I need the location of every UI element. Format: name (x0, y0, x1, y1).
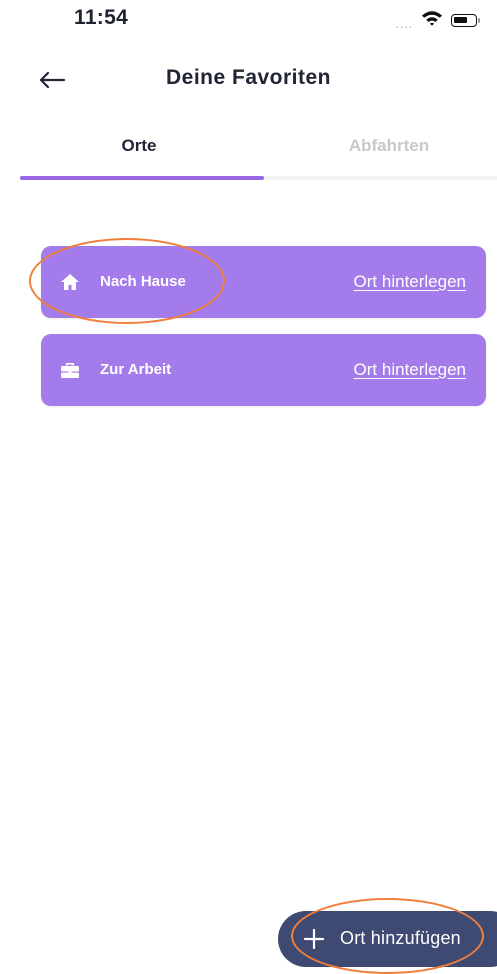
set-location-link[interactable]: Ort hinterlegen (354, 272, 466, 292)
status-bar: 11:54 .... (0, 0, 497, 40)
tab-abfahrten[interactable]: Abfahrten (270, 130, 497, 176)
briefcase-icon (61, 363, 79, 378)
tab-bar: Orte Abfahrten (20, 130, 497, 180)
plus-icon (303, 928, 325, 950)
place-card-work[interactable]: Zur Arbeit Ort hinterlegen (41, 334, 486, 406)
tab-orte[interactable]: Orte (20, 130, 258, 176)
add-location-button[interactable]: Ort hinzufügen (278, 911, 497, 967)
place-label: Zur Arbeit (100, 361, 172, 378)
battery-icon (451, 14, 480, 27)
signal-dots: .... (395, 16, 413, 31)
status-icons: .... (395, 10, 480, 31)
page-title: Deine Favoriten (165, 66, 332, 89)
place-label: Nach Hause (100, 273, 186, 290)
status-time: 11:54 (74, 6, 129, 29)
set-location-link[interactable]: Ort hinterlegen (354, 360, 466, 380)
home-icon (61, 274, 79, 290)
header: Deine Favoriten (0, 60, 497, 100)
active-tab-indicator (20, 176, 264, 180)
wifi-icon (421, 10, 443, 31)
place-card-home[interactable]: Nach Hause Ort hinterlegen (41, 246, 486, 318)
add-location-label: Ort hinzufügen (340, 928, 461, 948)
